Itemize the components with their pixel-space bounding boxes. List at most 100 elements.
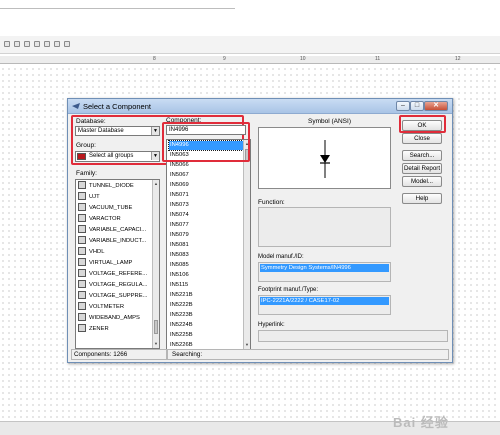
tunnel-diode-icon xyxy=(78,181,86,190)
toolbar-icon-6[interactable] xyxy=(54,41,60,47)
list-item[interactable]: IN5071 xyxy=(169,191,243,200)
list-item[interactable]: VARIABLE_INDUCT... xyxy=(78,236,153,246)
model-box[interactable]: Symmetry Design Systems/IN4996 xyxy=(258,262,391,282)
variable-inductor-icon xyxy=(78,236,86,245)
app-icon xyxy=(72,103,80,109)
list-item[interactable]: VOLTAGE_REFERE... xyxy=(78,269,153,279)
list-item[interactable]: IN5073 xyxy=(169,201,243,210)
list-item[interactable]: IN5067 xyxy=(169,171,243,180)
dialog-title: Select a Component xyxy=(83,102,151,111)
highlight-box-component xyxy=(162,122,250,162)
list-item[interactable]: VARIABLE_CAPACI... xyxy=(78,225,153,235)
ruler: 8 9 10 11 12 xyxy=(0,56,500,64)
scroll-down-icon[interactable]: ▼ xyxy=(153,340,159,347)
list-item[interactable]: VOLTAGE_SUPPRE... xyxy=(78,291,153,301)
model-label: Model manuf./ID: xyxy=(258,254,304,260)
list-item[interactable]: IN5085 xyxy=(169,261,243,270)
dialog-titlebar[interactable]: Select a Component – □ ✕ xyxy=(68,99,452,114)
toolbar-icon-2[interactable] xyxy=(14,41,20,47)
vacuum-tube-icon xyxy=(78,203,86,212)
variable-capacitor-icon xyxy=(78,225,86,234)
toolbar-icon-1[interactable] xyxy=(4,41,10,47)
diode-symbol-icon xyxy=(320,140,330,178)
voltage-reference-icon xyxy=(78,269,86,278)
list-item[interactable]: IN5066 xyxy=(169,161,243,170)
top-strip xyxy=(0,0,500,36)
function-label: Function: xyxy=(258,199,285,206)
list-item[interactable]: VIRTUAL_LAMP xyxy=(78,258,153,268)
list-item[interactable]: IN5077 xyxy=(169,221,243,230)
status-components: Components: 1266 xyxy=(71,349,167,360)
hyperlink-label: Hyperlink: xyxy=(258,322,285,328)
vhdl-icon xyxy=(78,247,86,256)
list-item[interactable]: IN5223B xyxy=(169,311,243,320)
ruler-tick: 11 xyxy=(375,56,381,62)
footprint-box[interactable]: IPC-2221A/2222 / CASE17-02 xyxy=(258,295,391,315)
function-box xyxy=(258,207,391,247)
list-item[interactable]: IN5079 xyxy=(169,231,243,240)
zener-icon xyxy=(78,324,86,333)
model-value[interactable]: Symmetry Design Systems/IN4996 xyxy=(260,264,389,272)
hyperlink-box xyxy=(258,330,448,342)
ruler-tick: 10 xyxy=(300,56,306,62)
ruler-tick: 12 xyxy=(455,56,461,62)
family-scrollbar[interactable]: ▲ ▼ xyxy=(152,180,159,348)
select-component-dialog: Select a Component – □ ✕ Database: Maste… xyxy=(67,98,453,363)
ujt-icon xyxy=(78,192,86,201)
family-label: Family: xyxy=(76,170,97,177)
toolbar-icon-5[interactable] xyxy=(44,41,50,47)
list-item[interactable]: IN5225B xyxy=(169,331,243,340)
list-item[interactable]: ZENER xyxy=(78,324,153,334)
list-item[interactable]: IN5221B xyxy=(169,291,243,300)
ruler-tick: 9 xyxy=(223,56,226,62)
model-button[interactable]: Model... xyxy=(402,176,442,187)
top-divider xyxy=(0,8,235,9)
list-item[interactable]: UJT xyxy=(78,192,153,202)
component-list[interactable]: IN4996 IN5063 IN5066 IN5067 IN5069 IN507… xyxy=(166,139,251,350)
list-item[interactable]: IN5069 xyxy=(169,181,243,190)
detail-report-button[interactable]: Detail Report xyxy=(402,163,442,174)
list-item[interactable]: IN5081 xyxy=(169,241,243,250)
list-item[interactable]: VOLTAGE_REGULA... xyxy=(78,280,153,290)
search-button[interactable]: Search... xyxy=(402,150,442,161)
list-item[interactable]: IN5074 xyxy=(169,211,243,220)
scroll-down-icon[interactable]: ▼ xyxy=(244,341,250,348)
voltage-regulator-icon xyxy=(78,280,86,289)
status-searching: Searching: xyxy=(167,349,449,360)
list-item[interactable]: VOLTMETER xyxy=(78,302,153,312)
list-item[interactable]: IN5224B xyxy=(169,321,243,330)
component-scrollbar[interactable]: ▲ ▼ xyxy=(243,140,250,349)
list-item[interactable]: IN5222B xyxy=(169,301,243,310)
symbol-label: Symbol (ANSI) xyxy=(308,118,351,125)
list-item[interactable]: VACUUM_TUBE xyxy=(78,203,153,213)
close-window-button[interactable]: ✕ xyxy=(424,101,448,111)
footprint-label: Footprint manuf./Type: xyxy=(258,287,319,293)
list-item[interactable]: IN5115 xyxy=(169,281,243,290)
minimize-button[interactable]: – xyxy=(396,101,410,111)
list-item[interactable]: IN5083 xyxy=(169,251,243,260)
list-item[interactable]: WIDEBAND_AMPS xyxy=(78,313,153,323)
list-item[interactable]: VHDL xyxy=(78,247,153,257)
watermark: Bai 经验 xyxy=(393,415,449,430)
close-button[interactable]: Close xyxy=(402,133,442,144)
family-list[interactable]: TUNNEL_DIODE UJT VACUUM_TUBE VARACTOR VA… xyxy=(75,179,160,349)
list-item[interactable]: TUNNEL_DIODE xyxy=(78,181,153,191)
footprint-value[interactable]: IPC-2221A/2222 / CASE17-02 xyxy=(260,297,389,305)
scroll-thumb[interactable] xyxy=(154,320,158,334)
toolbar-icon-7[interactable] xyxy=(64,41,70,47)
voltmeter-icon xyxy=(78,302,86,311)
toolbar-icon-3[interactable] xyxy=(24,41,30,47)
voltage-suppressor-icon xyxy=(78,291,86,300)
list-item[interactable]: IN5106 xyxy=(169,271,243,280)
list-item[interactable]: VARACTOR xyxy=(78,214,153,224)
highlight-box-ok xyxy=(399,115,446,133)
ruler-tick: 8 xyxy=(153,56,156,62)
maximize-button[interactable]: □ xyxy=(410,101,424,111)
symbol-preview xyxy=(258,127,391,189)
scroll-up-icon[interactable]: ▲ xyxy=(153,180,159,187)
wideband-amp-icon xyxy=(78,313,86,322)
toolbar-icon-4[interactable] xyxy=(34,41,40,47)
toolbar xyxy=(0,36,500,54)
varactor-icon xyxy=(78,214,86,223)
help-button[interactable]: Help xyxy=(402,193,442,204)
